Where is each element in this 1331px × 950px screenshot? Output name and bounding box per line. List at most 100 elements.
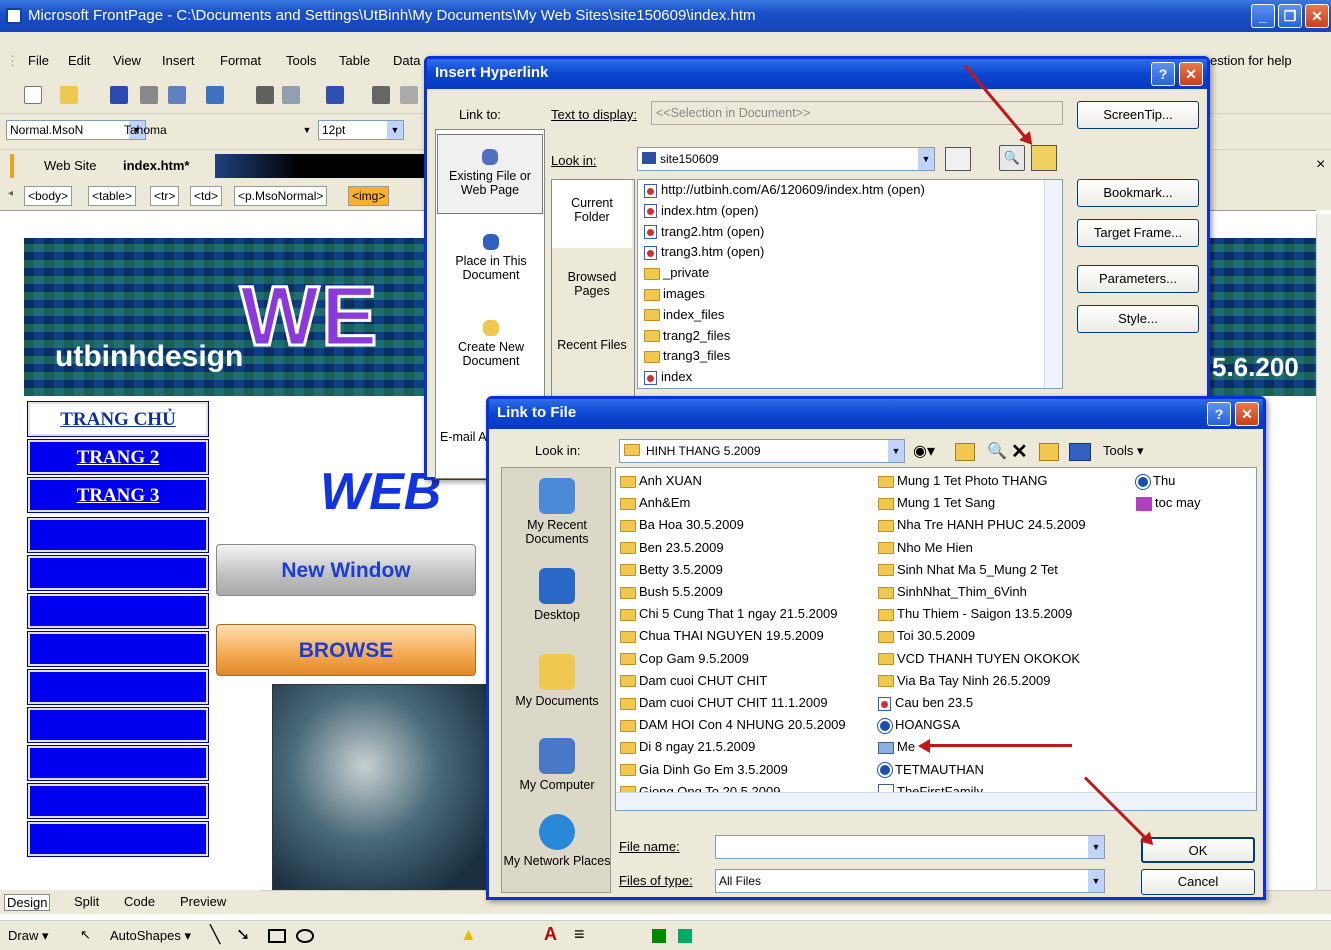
bookmark-button[interactable]: Bookmark... bbox=[1077, 179, 1199, 207]
list-item[interactable]: Betty 3.5.2009 bbox=[620, 559, 723, 581]
menu-insert[interactable]: Insert bbox=[162, 53, 195, 68]
web-component-icon[interactable] bbox=[206, 86, 224, 104]
publish-icon[interactable] bbox=[168, 86, 186, 104]
list-item[interactable]: Thu Thiem - Saigon 13.5.2009 bbox=[878, 603, 1072, 625]
list-item[interactable]: Sinh Nhat Ma 5_Mung 2 Tet bbox=[878, 559, 1058, 581]
open-icon[interactable] bbox=[60, 86, 78, 104]
file-name-input[interactable]: ▼ bbox=[715, 835, 1105, 859]
place-my-computer[interactable]: My Computer bbox=[502, 734, 612, 804]
font-color-icon[interactable]: A bbox=[544, 924, 557, 945]
new-page-icon[interactable] bbox=[24, 86, 42, 104]
cancel-button[interactable]: Cancel bbox=[1141, 869, 1255, 895]
nav-page3[interactable]: TRANG 3 bbox=[27, 477, 209, 513]
look-in-dropdown[interactable]: site150609 ▼ bbox=[637, 147, 935, 171]
list-item[interactable]: Anh&Em bbox=[620, 492, 690, 514]
fill-color-icon[interactable]: ▲ bbox=[460, 925, 477, 945]
place-my-recent-documents[interactable]: My Recent Documents bbox=[502, 474, 612, 554]
tab-design[interactable]: Design bbox=[4, 894, 51, 911]
nav-page2[interactable]: TRANG 2 bbox=[27, 439, 209, 475]
tab-code[interactable]: Code bbox=[124, 894, 155, 909]
tab-split[interactable]: Split bbox=[74, 894, 99, 909]
help-button[interactable]: ? bbox=[1151, 62, 1175, 86]
screentip-button[interactable]: ScreenTip... bbox=[1077, 101, 1199, 129]
file-list-hscrollbar[interactable] bbox=[616, 792, 1256, 810]
tag-img[interactable]: <img> bbox=[348, 186, 390, 206]
existing-file-option[interactable]: Existing File or Web Page bbox=[437, 134, 543, 214]
tab-index[interactable]: index.htm* bbox=[123, 158, 189, 173]
line-style-icon[interactable]: ≡ bbox=[574, 924, 585, 945]
tools-menu[interactable]: Tools ▾ bbox=[1103, 443, 1144, 459]
draw-menu[interactable]: Draw ▾ bbox=[8, 928, 48, 944]
select-pointer-icon[interactable]: ↖ bbox=[80, 927, 91, 943]
copy-icon[interactable] bbox=[400, 86, 418, 104]
list-item[interactable]: Ben 23.5.2009 bbox=[620, 537, 724, 559]
list-item[interactable]: Cau ben 23.5 bbox=[878, 692, 973, 714]
list-item[interactable]: Bush 5.5.2009 bbox=[620, 581, 723, 603]
tag-td[interactable]: <td> bbox=[190, 186, 223, 206]
delete-icon[interactable]: ✕ bbox=[1011, 439, 1028, 464]
tab-preview[interactable]: Preview bbox=[180, 894, 226, 909]
style-button[interactable]: Style... bbox=[1077, 305, 1199, 333]
menu-view[interactable]: View bbox=[113, 53, 141, 68]
current-folder-tab[interactable]: Current Folder bbox=[552, 180, 632, 248]
tab-web-site[interactable]: Web Site bbox=[44, 158, 97, 173]
menu-data[interactable]: Data bbox=[393, 53, 420, 68]
menu-tools[interactable]: Tools bbox=[286, 53, 316, 68]
parameters-button[interactable]: Parameters... bbox=[1077, 265, 1199, 293]
look-in-dropdown[interactable]: HINH THANG 5.2009 ▼ bbox=[619, 439, 905, 463]
insert-hyperlink-close-button[interactable]: ✕ bbox=[1179, 62, 1203, 86]
create-new-document-option[interactable]: Create New Document bbox=[436, 316, 546, 386]
list-item[interactable]: Gia Dinh Go Em 3.5.2009 bbox=[620, 759, 788, 781]
print-icon[interactable] bbox=[256, 86, 274, 104]
close-tab-icon[interactable]: × bbox=[1316, 156, 1325, 174]
files-of-type-dropdown[interactable]: All Files ▼ bbox=[715, 869, 1105, 893]
font-size-dropdown[interactable]: 12pt ▼ bbox=[318, 120, 404, 140]
list-item[interactable]: Chi 5 Cung That 1 ngay 21.5.2009 bbox=[620, 603, 838, 625]
list-item[interactable]: trang2.htm (open) bbox=[638, 222, 1062, 243]
recent-files-tab[interactable]: Recent Files bbox=[552, 338, 632, 388]
menu-edit[interactable]: Edit bbox=[68, 53, 90, 68]
list-item[interactable]: Cop Gam 9.5.2009 bbox=[620, 648, 749, 670]
list-item[interactable]: Via Ba Tay Ninh 26.5.2009 bbox=[878, 670, 1050, 692]
search-icon[interactable] bbox=[140, 86, 158, 104]
ok-button[interactable]: OK bbox=[1141, 837, 1255, 863]
oval-icon[interactable] bbox=[296, 929, 314, 943]
list-item[interactable]: VCD THANH TUYEN OKOKOK bbox=[878, 648, 1080, 670]
tag-body[interactable]: <body> bbox=[24, 186, 73, 206]
list-item[interactable]: DAM HOI Con 4 NHUNG 20.5.2009 bbox=[620, 714, 846, 736]
place-desktop[interactable]: Desktop bbox=[502, 564, 612, 634]
list-item[interactable]: Toi 30.5.2009 bbox=[878, 625, 975, 647]
menu-format[interactable]: Format bbox=[220, 53, 261, 68]
vertical-scrollbar[interactable] bbox=[1316, 214, 1331, 890]
list-item[interactable]: Anh XUAN bbox=[620, 470, 702, 492]
list-item[interactable]: Dam cuoi CHUT CHIT bbox=[620, 670, 767, 692]
arrow-icon[interactable]: ➘ bbox=[236, 925, 250, 945]
restore-button[interactable]: ❐ bbox=[1278, 4, 1302, 28]
line-icon[interactable]: ╲ bbox=[210, 925, 220, 945]
folder-file-list[interactable]: Anh XUAN Anh&Em Ba Hoa 30.5.2009 Ben 23.5.2… bbox=[615, 467, 1257, 811]
help-button[interactable]: ? bbox=[1207, 402, 1231, 426]
file-list[interactable]: http://utbinh.com/A6/120609/index.htm (o… bbox=[637, 179, 1063, 389]
list-item[interactable]: Nha Tre HANH PHUC 24.5.2009 bbox=[878, 514, 1086, 536]
shadow-icon[interactable] bbox=[652, 929, 666, 943]
list-item[interactable]: Dam cuoi CHUT CHIT 11.1.2009 bbox=[620, 692, 828, 714]
list-item[interactable]: Ba Hoa 30.5.2009 bbox=[620, 514, 744, 536]
close-button[interactable]: ✕ bbox=[1305, 4, 1329, 28]
list-item[interactable]: index bbox=[638, 367, 1062, 388]
link-to-file-close-button[interactable]: ✕ bbox=[1235, 402, 1259, 426]
list-item[interactable]: Thu bbox=[1135, 470, 1175, 492]
autoshapes-menu[interactable]: AutoShapes ▾ bbox=[110, 928, 191, 944]
list-item[interactable]: trang2_files bbox=[638, 326, 1062, 347]
list-item[interactable]: trang3.htm (open) bbox=[638, 242, 1062, 263]
help-search-hint[interactable]: estion for help bbox=[1210, 53, 1292, 68]
browsed-pages-tab[interactable]: Browsed Pages bbox=[552, 270, 632, 320]
back-icon[interactable]: ◉▾ bbox=[913, 441, 935, 461]
tag-tr[interactable]: <tr> bbox=[150, 186, 180, 206]
spelling-icon[interactable] bbox=[326, 86, 344, 104]
list-item[interactable]: Di 8 ngay 21.5.2009 bbox=[620, 736, 755, 758]
preview-icon[interactable] bbox=[282, 86, 300, 104]
up-folder-icon[interactable] bbox=[945, 147, 971, 171]
nav-home[interactable]: TRANG CHỦ bbox=[27, 401, 209, 437]
list-item[interactable]: index_files bbox=[638, 305, 1062, 326]
list-item[interactable]: Me bbox=[878, 736, 915, 758]
